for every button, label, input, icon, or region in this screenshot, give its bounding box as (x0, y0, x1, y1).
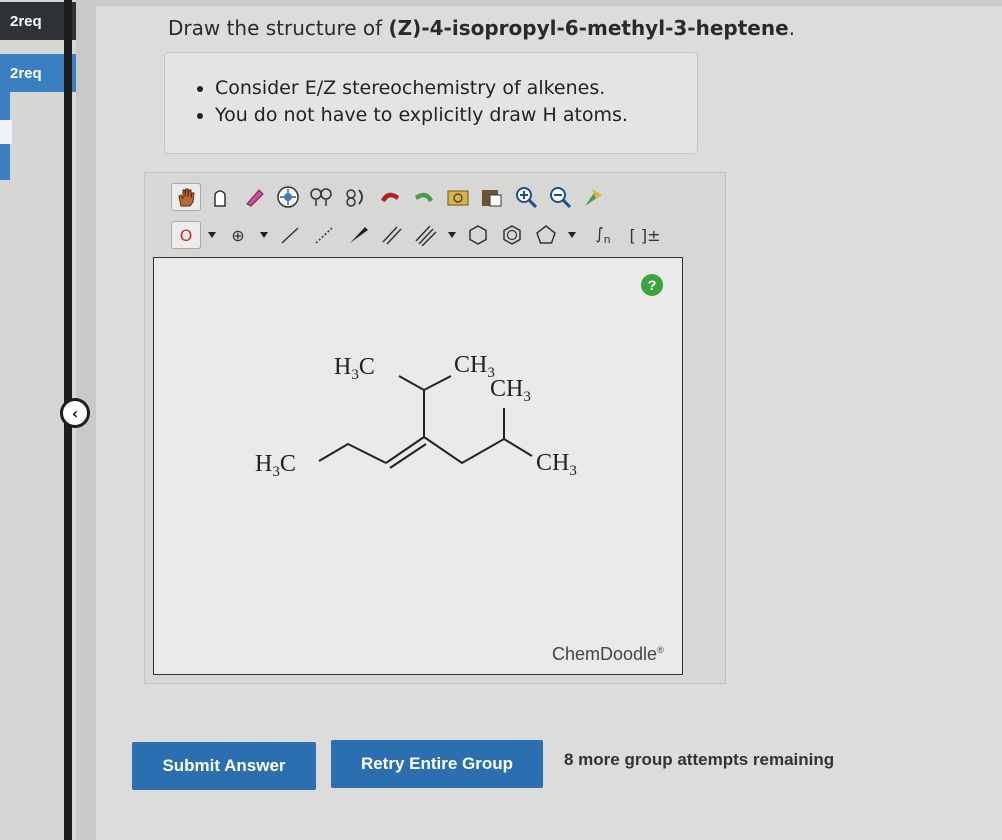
cyclopentane-icon[interactable] (531, 221, 561, 249)
lasso-icon[interactable] (205, 183, 235, 211)
ch3-top-a-label: CH3 (454, 352, 495, 381)
hint-box: Consider E/Z stereochemistry of alkenes.… (164, 52, 698, 154)
bond-dropdown[interactable] (445, 221, 459, 249)
single-bond-icon[interactable] (275, 221, 305, 249)
ch3-top-b-label: CH3 (490, 376, 531, 405)
charge-tool[interactable]: ⊕ (223, 221, 253, 249)
question-suffix: . (788, 16, 795, 40)
help-label: ? (647, 277, 657, 293)
brand-name: ChemDoodle (552, 644, 658, 664)
sidebar-item-label: 2req (10, 12, 42, 30)
retry-label: Retry Entire Group (360, 754, 514, 773)
atom-dropdown[interactable] (205, 221, 219, 249)
toolbar-row-2: O ⊕ ∫n []± (171, 221, 663, 249)
bracket-label: [ ]± (629, 225, 661, 245)
redo-icon[interactable] (409, 183, 439, 211)
atom-tool[interactable]: O (171, 221, 201, 249)
repeat-unit-tool[interactable]: ∫n (583, 221, 623, 249)
charge-dropdown[interactable] (257, 221, 271, 249)
cleanup-icon[interactable] (307, 183, 337, 211)
molecule-drawing: H3C H3C CH3 CH3 CH3 (255, 352, 577, 480)
main-content: Draw the structure of (Z)-4-isopropyl-6-… (96, 6, 1002, 840)
wedge-bond-icon[interactable] (343, 221, 373, 249)
toolbar-row-1 (171, 183, 609, 211)
help-button[interactable]: ? (641, 274, 663, 296)
hint-item: You do not have to explicitly draw H ato… (215, 102, 697, 129)
repeat-unit-subscript: n (603, 233, 611, 247)
template-icon[interactable] (477, 183, 507, 211)
hand-icon[interactable] (171, 183, 201, 211)
drawing-canvas[interactable]: H3C H3C CH3 CH3 CH3 ? ChemDoodle® (153, 257, 683, 675)
zoom-in-icon[interactable] (511, 183, 541, 211)
retry-group-button[interactable]: Retry Entire Group (331, 740, 543, 788)
bond-isopropyl-methyls (398, 375, 452, 392)
settings-icon[interactable] (579, 183, 609, 211)
bond-c1-c3 (318, 442, 387, 464)
copy-icon[interactable] (443, 183, 473, 211)
question-text: Draw the structure of (Z)-4-isopropyl-6-… (168, 16, 795, 40)
sidebar-item-label: 2req (10, 64, 42, 82)
dashed-bond-icon[interactable] (309, 221, 339, 249)
chemdoodle-logo: ChemDoodle® (552, 644, 664, 665)
repeat-unit-label: ∫n (595, 223, 611, 247)
attempts-remaining: 8 more group attempts remaining (564, 750, 835, 769)
cyclohexane-icon[interactable] (463, 221, 493, 249)
flip-icon[interactable] (341, 183, 371, 211)
compound-name: (Z)-4-isopropyl-6-methyl-3-heptene (388, 16, 789, 40)
benzene-icon[interactable] (497, 221, 527, 249)
submit-label: Submit Answer (162, 756, 286, 775)
atom-label: O (179, 225, 193, 245)
collapse-sidebar-button[interactable]: ‹ (60, 398, 90, 428)
center-icon[interactable] (273, 183, 303, 211)
sidebar-highlight (0, 120, 12, 144)
triple-bond-icon[interactable] (411, 221, 441, 249)
zoom-out-icon[interactable] (545, 183, 575, 211)
ring-dropdown[interactable] (565, 221, 579, 249)
h3c-left-label: H3C (255, 451, 296, 480)
bond-c4-c7 (423, 436, 533, 465)
eraser-icon[interactable] (239, 183, 269, 211)
question-prefix: Draw the structure of (168, 16, 389, 40)
hint-item: Consider E/Z stereochemistry of alkenes. (215, 75, 697, 102)
double-bond-icon[interactable] (377, 221, 407, 249)
bracket-tool[interactable]: [ ]± (627, 221, 663, 249)
brand-mark: ® (657, 645, 664, 655)
ch3-right-label: CH3 (536, 450, 577, 479)
chemdoodle-sketcher: O ⊕ ∫n []± H3C H3C CH3 CH3 CH3 ? ChemDo… (144, 172, 726, 684)
charge-label: ⊕ (231, 225, 245, 245)
undo-icon[interactable] (375, 183, 405, 211)
chevron-left-icon: ‹ (71, 403, 79, 423)
h3c-top-label: H3C (334, 354, 375, 383)
submit-answer-button[interactable]: Submit Answer (132, 742, 316, 790)
